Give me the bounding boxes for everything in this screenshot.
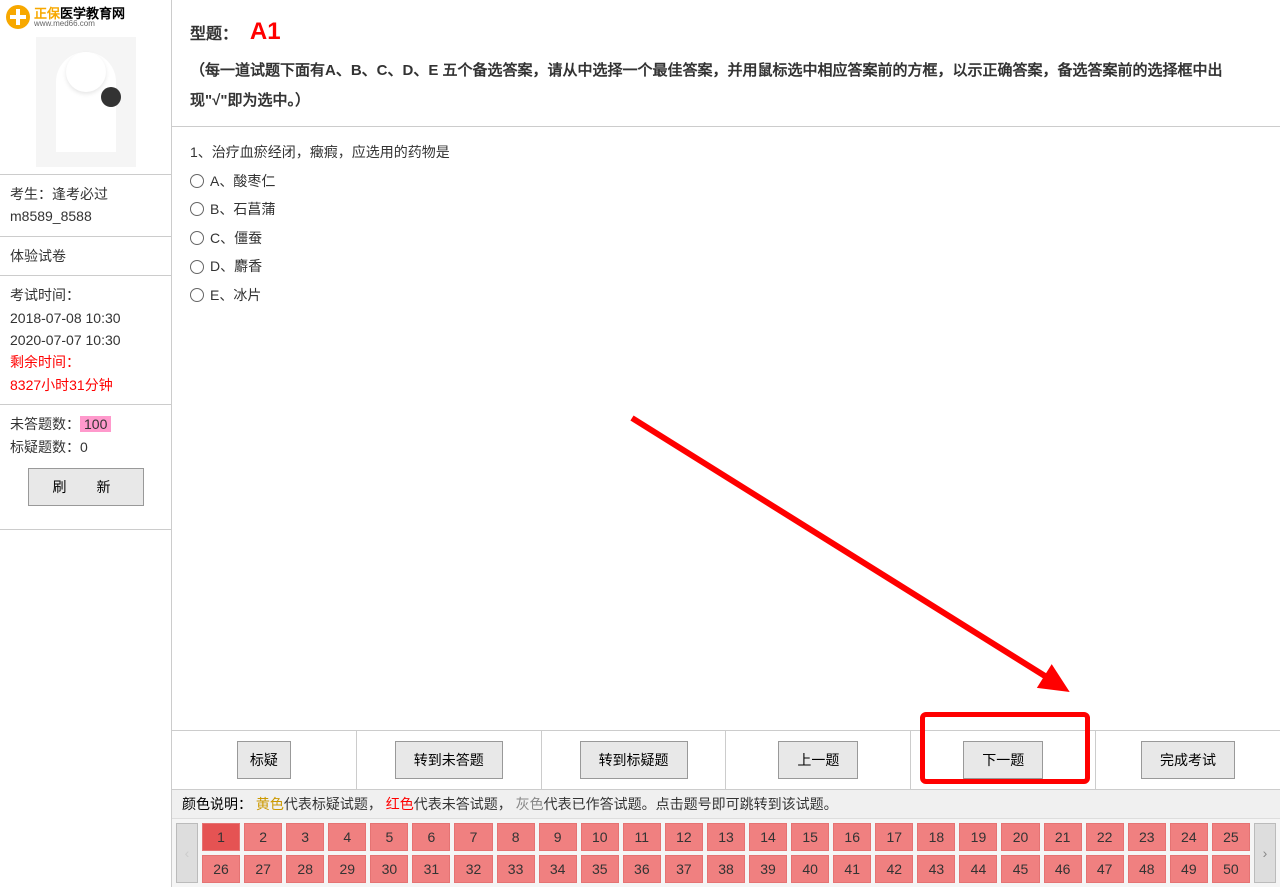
question-num-38[interactable]: 38 — [707, 855, 745, 883]
question-num-8[interactable]: 8 — [497, 823, 535, 851]
examinee-info: 考生：逢考必过 m8589_8588 — [0, 174, 171, 236]
question-num-5[interactable]: 5 — [370, 823, 408, 851]
logo-area: 正保医学教育网 www.med66.com — [0, 0, 171, 174]
next-button[interactable]: 下一题 — [963, 741, 1043, 779]
question-body: 1、治疗血瘀经闭，癥瘕，应选用的药物是 A、酸枣仁 B、石菖蒲 C、僵蚕 D、麝… — [172, 127, 1280, 730]
main-content: 型题： A1 （每一道试题下面有A、B、C、D、E 五个备选答案，请从中选择一个… — [172, 0, 1280, 887]
radio-icon — [190, 174, 204, 188]
question-num-39[interactable]: 39 — [749, 855, 787, 883]
question-num-24[interactable]: 24 — [1170, 823, 1208, 851]
counts-info: 未答题数：100 标疑题数：0 刷 新 — [0, 404, 171, 530]
question-num-34[interactable]: 34 — [539, 855, 577, 883]
question-num-7[interactable]: 7 — [454, 823, 492, 851]
question-num-42[interactable]: 42 — [875, 855, 913, 883]
question-num-12[interactable]: 12 — [665, 823, 703, 851]
question-num-43[interactable]: 43 — [917, 855, 955, 883]
question-num-6[interactable]: 6 — [412, 823, 450, 851]
sidebar: 正保医学教育网 www.med66.com 考生：逢考必过 m8589_8588… — [0, 0, 172, 887]
question-num-33[interactable]: 33 — [497, 855, 535, 883]
option-b[interactable]: B、石菖蒲 — [190, 196, 1262, 223]
exam-time-info: 考试时间： 2018-07-08 10:30 2020-07-07 10:30 … — [0, 275, 171, 404]
question-num-29[interactable]: 29 — [328, 855, 366, 883]
question-num-40[interactable]: 40 — [791, 855, 829, 883]
flag-button[interactable]: 标疑 — [237, 741, 291, 779]
prev-button[interactable]: 上一题 — [778, 741, 858, 779]
refresh-button[interactable]: 刷 新 — [28, 468, 144, 506]
question-num-1[interactable]: 1 — [202, 823, 240, 851]
question-num-27[interactable]: 27 — [244, 855, 282, 883]
question-text: 1、治疗血瘀经闭，癥瘕，应选用的药物是 — [190, 139, 1262, 166]
question-num-3[interactable]: 3 — [286, 823, 324, 851]
flagged-count: 0 — [80, 439, 88, 455]
question-num-28[interactable]: 28 — [286, 855, 324, 883]
question-num-22[interactable]: 22 — [1086, 823, 1124, 851]
radio-icon — [190, 288, 204, 302]
question-num-46[interactable]: 46 — [1044, 855, 1082, 883]
question-num-10[interactable]: 10 — [581, 823, 619, 851]
option-e[interactable]: E、冰片 — [190, 282, 1262, 309]
question-num-26[interactable]: 26 — [202, 855, 240, 883]
question-num-14[interactable]: 14 — [749, 823, 787, 851]
question-num-41[interactable]: 41 — [833, 855, 871, 883]
question-num-50[interactable]: 50 — [1212, 855, 1250, 883]
nav-arrow-left[interactable]: ‹ — [176, 823, 198, 883]
question-num-16[interactable]: 16 — [833, 823, 871, 851]
question-num-21[interactable]: 21 — [1044, 823, 1082, 851]
color-legend: 颜色说明： 黄色代表标疑试题， 红色代表未答试题， 灰色代表已作答试题。点击题号… — [172, 790, 1280, 819]
question-num-49[interactable]: 49 — [1170, 855, 1208, 883]
avatar — [36, 37, 136, 167]
type-value: A1 — [250, 18, 281, 45]
unanswered-count: 100 — [80, 416, 111, 432]
question-num-4[interactable]: 4 — [328, 823, 366, 851]
question-num-45[interactable]: 45 — [1001, 855, 1039, 883]
question-num-15[interactable]: 15 — [791, 823, 829, 851]
question-num-36[interactable]: 36 — [623, 855, 661, 883]
question-num-44[interactable]: 44 — [959, 855, 997, 883]
type-label: 型题： — [190, 26, 238, 43]
nav-arrow-right[interactable]: › — [1254, 823, 1276, 883]
option-d[interactable]: D、麝香 — [190, 253, 1262, 280]
question-num-20[interactable]: 20 — [1001, 823, 1039, 851]
radio-icon — [190, 260, 204, 274]
goto-flagged-button[interactable]: 转到标疑题 — [580, 741, 688, 779]
question-num-32[interactable]: 32 — [454, 855, 492, 883]
goto-unanswered-button[interactable]: 转到未答题 — [395, 741, 503, 779]
logo: 正保医学教育网 www.med66.com — [6, 2, 136, 32]
finish-button[interactable]: 完成考试 — [1141, 741, 1235, 779]
option-a[interactable]: A、酸枣仁 — [190, 168, 1262, 195]
question-num-37[interactable]: 37 — [665, 855, 703, 883]
nav-buttons-bar: 标疑 转到未答题 转到标疑题 上一题 下一题 完成考试 — [172, 730, 1280, 790]
logo-icon — [6, 5, 30, 29]
radio-icon — [190, 202, 204, 216]
question-num-31[interactable]: 31 — [412, 855, 450, 883]
question-num-25[interactable]: 25 — [1212, 823, 1250, 851]
question-num-48[interactable]: 48 — [1128, 855, 1166, 883]
radio-icon — [190, 231, 204, 245]
question-num-47[interactable]: 47 — [1086, 855, 1124, 883]
question-num-2[interactable]: 2 — [244, 823, 282, 851]
question-num-11[interactable]: 11 — [623, 823, 661, 851]
type-description: （每一道试题下面有A、B、C、D、E 五个备选答案，请从中选择一个最佳答案，并用… — [190, 56, 1262, 116]
question-num-18[interactable]: 18 — [917, 823, 955, 851]
question-num-35[interactable]: 35 — [581, 855, 619, 883]
paper-type: 体验试卷 — [0, 236, 171, 275]
question-num-19[interactable]: 19 — [959, 823, 997, 851]
question-num-17[interactable]: 17 — [875, 823, 913, 851]
option-c[interactable]: C、僵蚕 — [190, 225, 1262, 252]
question-num-9[interactable]: 9 — [539, 823, 577, 851]
question-header: 型题： A1 （每一道试题下面有A、B、C、D、E 五个备选答案，请从中选择一个… — [172, 0, 1280, 127]
question-number-nav: ‹ 12345678910111213141516171819202122232… — [172, 819, 1280, 887]
question-num-23[interactable]: 23 — [1128, 823, 1166, 851]
question-num-13[interactable]: 13 — [707, 823, 745, 851]
remain-time: 剩余时间： 8327小时31分钟 — [10, 351, 161, 396]
question-num-30[interactable]: 30 — [370, 855, 408, 883]
